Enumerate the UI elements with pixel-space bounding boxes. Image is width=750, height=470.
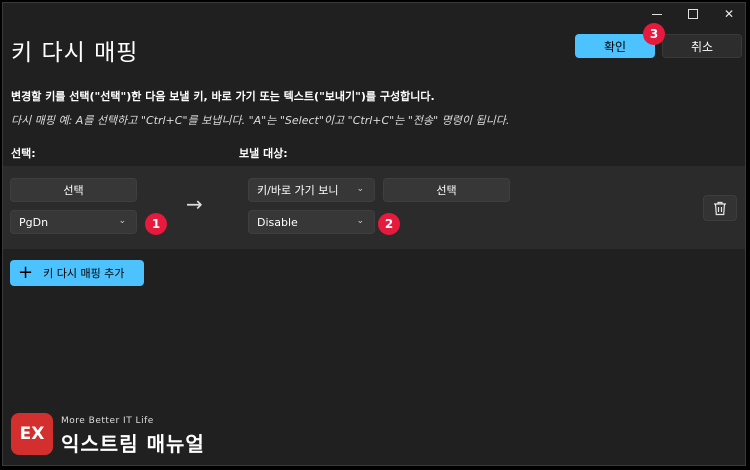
page-title: 키 다시 매핑 xyxy=(11,40,139,66)
target-select-label: 선택 xyxy=(436,184,457,197)
chevron-down-icon: ⌄ xyxy=(356,216,364,226)
arrow-right-icon: → xyxy=(186,192,203,216)
target-key-dropdown[interactable]: Disable ⌄ xyxy=(248,210,375,234)
chevron-down-icon: ⌄ xyxy=(356,184,364,194)
target-key-value: Disable xyxy=(257,215,298,229)
logo-text: EX xyxy=(19,424,45,444)
target-type-dropdown[interactable]: 키/바로 가기 보니 ⌄ xyxy=(248,178,375,202)
remap-window: ✕ 키 다시 매핑 확인 취소 3 변경할 키를 선택("선택")한 다음 보낼… xyxy=(2,2,746,466)
add-remap-label: 키 다시 매핑 추가 xyxy=(43,267,125,280)
target-type-value: 키/바로 가기 보니 xyxy=(257,184,339,197)
add-remap-button[interactable]: + 키 다시 매핑 추가 xyxy=(10,260,144,286)
maximize-icon xyxy=(688,9,698,19)
minimize-icon xyxy=(652,13,662,15)
minimize-button[interactable] xyxy=(639,3,675,25)
plus-icon: + xyxy=(18,262,34,283)
chevron-down-icon: ⌄ xyxy=(118,216,126,226)
step-badge-3: 3 xyxy=(643,23,665,45)
source-key-dropdown[interactable]: PgDn ⌄ xyxy=(10,210,137,234)
close-button[interactable]: ✕ xyxy=(711,3,745,25)
cancel-button[interactable]: 취소 xyxy=(662,34,742,58)
maximize-button[interactable] xyxy=(675,3,711,25)
source-select-button[interactable]: 선택 xyxy=(10,178,137,202)
trash-icon xyxy=(714,201,726,215)
delete-mapping-button[interactable] xyxy=(703,195,737,221)
step-badge-2: 2 xyxy=(378,213,400,235)
target-column-label: 보낼 대상: xyxy=(239,147,288,160)
target-select-button[interactable]: 선택 xyxy=(383,178,510,202)
watermark-logo: EX xyxy=(11,413,53,455)
source-select-label: 선택 xyxy=(63,184,84,197)
select-column-label: 선택: xyxy=(11,147,36,160)
watermark-name: 익스트림 매뉴얼 xyxy=(61,432,205,456)
source-key-value: PgDn xyxy=(19,215,49,229)
instruction-text: 변경할 키를 선택("선택")한 다음 보낼 키, 바로 가기 또는 텍스트("… xyxy=(11,90,435,103)
watermark-tagline: More Better IT Life xyxy=(61,416,154,426)
step-badge-1: 1 xyxy=(145,213,167,235)
example-text: 다시 매핑 예: A를 선택하고 "Ctrl+C"를 보냅니다. "A"는 "S… xyxy=(11,114,510,127)
